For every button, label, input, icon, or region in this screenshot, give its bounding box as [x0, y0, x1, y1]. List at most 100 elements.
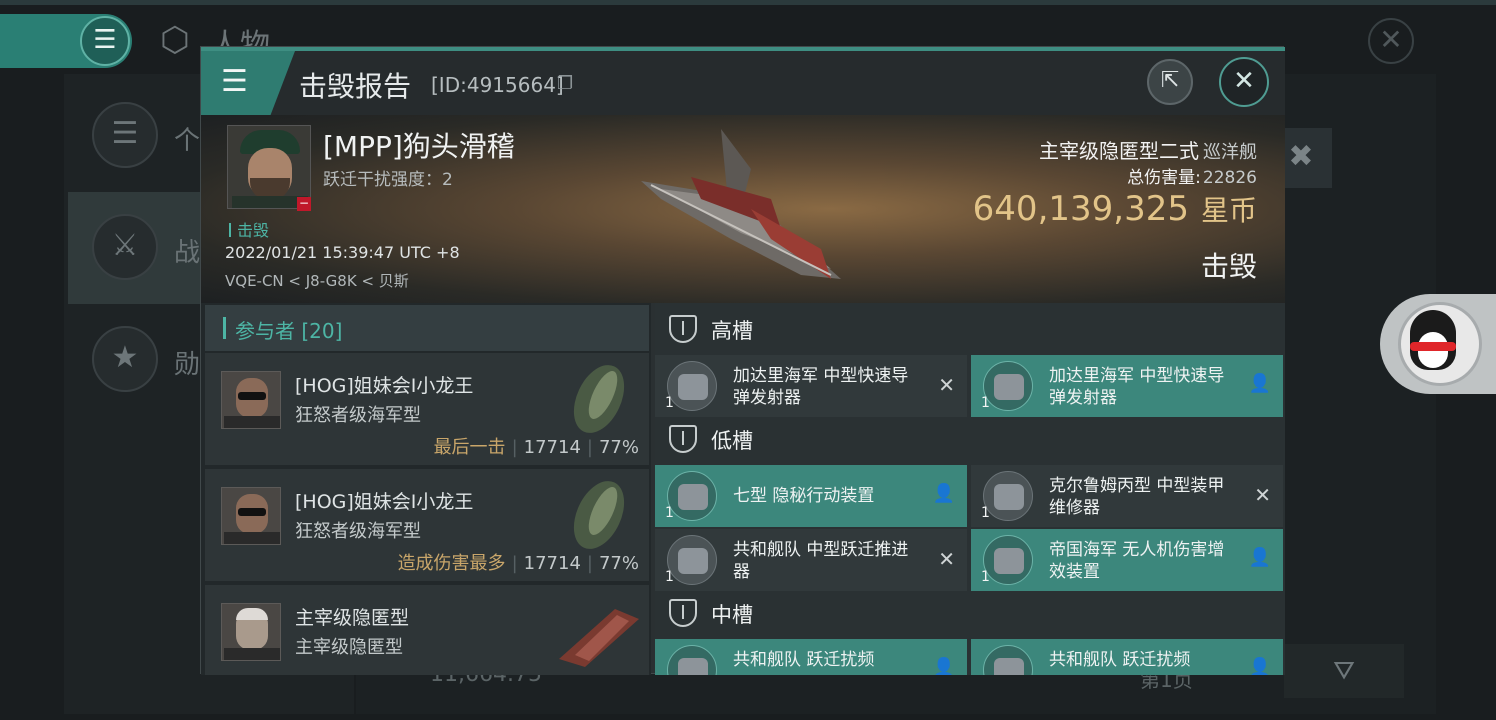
participant-name: [HOG]姐妹会I小龙王: [295, 375, 474, 397]
victim-ship-name: 主宰级隐匿型二式 巡洋舰: [1039, 135, 1257, 164]
module-name: 共和舰队 跃迁扰频: [733, 650, 875, 670]
module-name: 七型 隐秘行动装置: [733, 486, 875, 506]
high-slot-header: 高槽: [655, 303, 1285, 355]
victim-name[interactable]: [MPP]狗头滑稽: [323, 125, 515, 165]
module-quantity: 1: [665, 505, 674, 521]
victim-ship-image[interactable]: [631, 129, 851, 289]
participants-panel: 参与者 [20] [HOG]姐妹会I小龙王 狂怒者级海军型 最后一击 | 17714…: [201, 303, 651, 675]
participants-header: 参与者 [20]: [205, 305, 649, 351]
destroyed-x-icon: ✕: [938, 547, 955, 571]
participant-ship-image: [573, 481, 625, 549]
module-name: 帝国海军 无人机伤害增效装置: [1049, 540, 1225, 582]
participant-ship-image: [559, 609, 639, 667]
fitting-module[interactable]: 1 七型 隐秘行动装置 👤: [655, 465, 967, 527]
fitting-module[interactable]: 1 加达里海军 中型快速导弹发射器 ✕: [655, 355, 967, 417]
shield-icon: [669, 425, 697, 453]
crossed-swords-icon: ⚔: [92, 214, 158, 280]
copy-icon[interactable]: ❐: [557, 73, 573, 94]
participant-ship: 狂怒者级海军型: [295, 521, 421, 542]
victim-summary: − [MPP]狗头滑稽 跃迁干扰强度：2 击毁 2022/01/21 15:39…: [201, 115, 1285, 303]
armor-repairer-icon: [983, 471, 1033, 521]
module-quantity: 1: [665, 395, 674, 411]
share-button[interactable]: ⇱: [1147, 59, 1193, 105]
participant-name: [HOG]姐妹会I小龙王: [295, 491, 474, 513]
participants-count: 参与者 [20]: [235, 319, 343, 343]
participant-row[interactable]: [HOG]姐妹会I小龙王 狂怒者级海军型 最后一击 | 17714 | 77%: [205, 353, 649, 465]
fitting-module[interactable]: 1 共和舰队 中型跃迁推进器 ✕: [655, 529, 967, 591]
afterburner-icon: [667, 535, 717, 585]
participant-row[interactable]: 主宰级隐匿型 主宰级隐匿型: [205, 585, 649, 675]
participant-name: 主宰级隐匿型: [295, 607, 410, 629]
module-name: 加达里海军 中型快速导弹发射器: [733, 366, 909, 408]
shield-icon: [669, 315, 697, 343]
participant-ship: 狂怒者级海军型: [295, 405, 421, 426]
slot-label: 低槽: [711, 429, 753, 453]
missile-launcher-icon: [667, 361, 717, 411]
fitting-module[interactable]: 1 加达里海军 中型快速导弹发射器 👤: [971, 355, 1283, 417]
module-name: 加达里海军 中型快速导弹发射器: [1049, 366, 1225, 408]
module-name: 克尔鲁姆丙型 中型装甲维修器: [1049, 476, 1225, 518]
isk-unit: 星币: [1200, 194, 1257, 227]
isk-value: 640,139,325 星币: [973, 189, 1257, 229]
warp-scrambler-icon: [667, 645, 717, 675]
kill-report-dialog: ☰ 击毁报告 [ID:4915664] ❐ ⇱ ✕ − [MPP]狗头滑稽 跃迁…: [200, 46, 1285, 675]
top-accent-line: [0, 0, 1496, 5]
minus-badge-icon: −: [297, 196, 311, 211]
shield-icon: [669, 599, 697, 627]
drone-damage-icon: [983, 535, 1033, 585]
fitting-module[interactable]: 1 克尔鲁姆丙型 中型装甲维修器 ✕: [971, 465, 1283, 527]
warp-scrambler-icon: [983, 645, 1033, 675]
star-badge-icon: ★: [92, 326, 158, 392]
qq-float-button[interactable]: [1380, 294, 1496, 394]
dropped-person-icon: 👤: [1248, 547, 1271, 568]
participant-stats: 造成伤害最多 | 17714 | 77%: [397, 553, 639, 574]
module-name: 共和舰队 中型跃迁推进器: [733, 540, 909, 582]
dropped-person-icon: 👤: [1248, 657, 1271, 675]
main-menu-button[interactable]: ☰: [80, 16, 130, 66]
close-button[interactable]: ✕: [1219, 57, 1269, 107]
module-quantity: 1: [665, 569, 674, 585]
slot-label: 高槽: [711, 319, 753, 343]
low-slot-header: 低槽: [655, 413, 1285, 465]
list-icon: ☰: [92, 102, 158, 168]
ship-name-text: 主宰级隐匿型二式: [1039, 139, 1199, 163]
sidebar-item-label: 战: [174, 238, 201, 268]
slot-label: 中槽: [711, 603, 753, 627]
dialog-menu-button[interactable]: ☰: [201, 51, 295, 115]
fitting-module[interactable]: 1 帝国海军 无人机伤害增效装置 👤: [971, 529, 1283, 591]
kill-location: VQE-CN < J8-G8K < 贝斯: [225, 272, 409, 290]
sidebar-item-label: 个: [174, 126, 201, 156]
destroyed-x-icon: ✕: [938, 373, 955, 397]
dropped-person-icon: 👤: [932, 657, 955, 675]
destroyed-x-icon: ✕: [1254, 483, 1271, 507]
participant-damage: 17714: [523, 437, 581, 458]
fittings-panel: 高槽 1 加达里海军 中型快速导弹发射器 ✕ 1 加达里海军 中型快速导弹发射器…: [655, 303, 1285, 675]
mid-slot-header: 中槽: [655, 587, 1285, 639]
top-damage-tag: 造成伤害最多: [397, 553, 506, 574]
background-close-button[interactable]: ✕: [1368, 18, 1414, 64]
avatar: [221, 487, 281, 545]
total-damage-value: 22826: [1202, 168, 1257, 188]
total-damage: 总伤害量: 22826: [1127, 163, 1257, 188]
module-name: 共和舰队 跃迁扰频: [1049, 650, 1191, 670]
sidebar-item-label: 勋: [174, 350, 201, 380]
dialog-title: 击毁报告: [299, 70, 412, 103]
fitting-module[interactable]: 共和舰队 跃迁扰频 👤: [971, 639, 1283, 675]
participant-stats: 最后一击 | 17714 | 77%: [433, 437, 639, 458]
report-id: [ID:4915664]: [431, 73, 564, 97]
participant-row[interactable]: [HOG]姐妹会I小龙王 狂怒者级海军型 造成伤害最多 | 17714 | 77%: [205, 469, 649, 581]
dropped-person-icon: 👤: [1248, 373, 1271, 394]
module-quantity: 1: [981, 395, 990, 411]
warp-disruption-strength: 跃迁干扰强度：2: [323, 170, 453, 190]
filter-icon[interactable]: ⛛: [1284, 644, 1404, 698]
fitting-module[interactable]: 共和舰队 跃迁扰频 👤: [655, 639, 967, 675]
participant-percent: 77%: [598, 553, 639, 574]
status-tag: 击毁: [229, 217, 269, 241]
participant-damage: 17714: [523, 553, 581, 574]
participant-percent: 77%: [598, 437, 639, 458]
total-damage-label: 总伤害量:: [1127, 168, 1201, 188]
ship-class-text: 巡洋舰: [1203, 142, 1257, 163]
isk-amount: 640,139,325: [972, 189, 1189, 229]
avatar: [221, 603, 281, 661]
participant-ship-image: [573, 365, 625, 433]
